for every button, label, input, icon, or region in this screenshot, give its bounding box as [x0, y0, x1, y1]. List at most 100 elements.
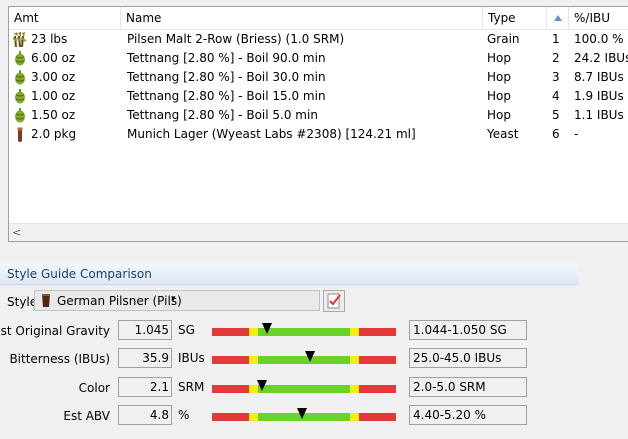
row-name: Tettnang [2.80 %] - Boil 30.0 min	[127, 70, 326, 84]
horizontal-scrollbar[interactable]: <	[9, 223, 628, 241]
style-row-value: 35.9	[118, 348, 172, 368]
meter-green	[258, 356, 350, 364]
sort-ascending-icon	[554, 15, 562, 21]
meter-high-yellow	[350, 356, 359, 364]
style-dropdown-value: German Pilsner (Pils)	[57, 294, 182, 308]
row-ibu: 100.0 %	[574, 32, 624, 46]
meter-high-red	[359, 356, 396, 364]
style-row-unit: IBUs	[178, 351, 205, 365]
row-index: 1	[552, 32, 560, 46]
range-meter	[212, 323, 396, 336]
row-ibu: 24.2 IBUs	[574, 51, 628, 65]
row-type: Hop	[487, 108, 511, 122]
column-header-ibu-label: %/IBU	[574, 11, 610, 25]
style-label: Style	[7, 295, 38, 309]
row-index: 5	[552, 108, 560, 122]
row-name: Munich Lager (Wyeast Labs #2308) [124.21…	[127, 127, 416, 141]
scroll-left-arrow[interactable]: <	[12, 224, 21, 241]
row-type: Yeast	[487, 127, 519, 141]
grid-header: Amt Name Type %/IBU	[9, 7, 628, 30]
row-type: Hop	[487, 70, 511, 84]
meter-low-yellow	[249, 413, 258, 421]
row-type: Grain	[487, 32, 520, 46]
row-name: Pilsen Malt 2-Row (Briess) (1.0 SRM)	[127, 32, 345, 46]
row-name: Tettnang [2.80 %] - Boil 90.0 min	[127, 51, 326, 65]
meter-low-red	[212, 385, 249, 393]
table-row[interactable]: 2.0 pkg Munich Lager (Wyeast Labs #2308) …	[9, 125, 628, 144]
column-header-amt[interactable]: Amt	[9, 7, 121, 29]
range-meter	[212, 351, 396, 364]
meter-high-yellow	[350, 413, 359, 421]
hop-icon	[13, 51, 27, 66]
chevron-down-icon: ▾	[171, 294, 176, 304]
meter-high-red	[359, 413, 396, 421]
grain-icon	[12, 32, 27, 48]
hop-icon	[13, 89, 27, 104]
style-row-label: Bitterness (IBUs)	[9, 352, 110, 366]
row-index: 2	[552, 51, 560, 65]
meter-green	[258, 385, 350, 393]
column-header-type-label: Type	[488, 11, 516, 25]
row-type: Hop	[487, 51, 511, 65]
row-name: Tettnang [2.80 %] - Boil 15.0 min	[127, 89, 326, 103]
meter-low-red	[212, 328, 249, 336]
row-amount: 1.50 oz	[31, 108, 76, 122]
checklist-icon	[327, 293, 341, 309]
style-guide-header: Style Guide Comparison	[0, 263, 578, 285]
style-row-unit: %	[178, 408, 190, 422]
style-row-unit: SRM	[178, 380, 205, 394]
column-header-amt-label: Amt	[14, 11, 39, 25]
row-ibu: 8.7 IBUs	[574, 70, 624, 84]
column-header-name[interactable]: Name	[121, 7, 483, 29]
meter-high-yellow	[350, 385, 359, 393]
style-row-value: 4.8	[118, 405, 172, 425]
meter-low-yellow	[249, 356, 258, 364]
beer-glass-icon	[42, 294, 50, 307]
style-comparison-row: Est Original Gravity 1.045 SG 1.044-1.050 S…	[0, 320, 628, 344]
edit-style-button[interactable]	[323, 290, 345, 312]
column-header-ibu[interactable]: %/IBU	[569, 7, 628, 29]
meter-low-yellow	[249, 385, 258, 393]
hop-icon	[13, 108, 27, 123]
style-row-label: Color	[78, 381, 110, 395]
table-row[interactable]: 1.00 oz Tettnang [2.80 %] - Boil 15.0 min…	[9, 87, 628, 106]
row-ibu: 1.9 IBUs	[574, 89, 624, 103]
row-name: Tettnang [2.80 %] - Boil 5.0 min	[127, 108, 318, 122]
range-meter	[212, 380, 396, 393]
style-dropdown[interactable]: German Pilsner (Pils) ▾	[34, 290, 320, 311]
row-amount: 2.0 pkg	[31, 127, 77, 141]
column-header-index[interactable]	[547, 7, 569, 29]
yeast-icon	[13, 127, 27, 142]
style-row-range: 2.0-5.0 SRM	[409, 377, 527, 397]
ingredients-grid[interactable]: Amt Name Type %/IBU 23 lbs Pilsen Malt 2-…	[8, 6, 628, 242]
row-index: 4	[552, 89, 560, 103]
style-row-range: 1.044-1.050 SG	[409, 320, 527, 340]
row-amount: 3.00 oz	[31, 70, 76, 84]
column-header-type[interactable]: Type	[483, 7, 547, 29]
table-row[interactable]: 23 lbs Pilsen Malt 2-Row (Briess) (1.0 SR…	[9, 30, 628, 49]
style-comparison-row: Bitterness (IBUs) 35.9 IBUs 25.0-45.0 IBUs	[0, 348, 628, 372]
row-amount: 6.00 oz	[31, 51, 76, 65]
column-header-name-label: Name	[126, 11, 162, 25]
meter-high-red	[359, 328, 396, 336]
row-amount: 23 lbs	[31, 32, 68, 46]
style-row-label: Est Original Gravity	[0, 324, 110, 338]
row-index: 6	[552, 127, 560, 141]
ingredient-rows: 23 lbs Pilsen Malt 2-Row (Briess) (1.0 SR…	[9, 30, 628, 144]
hop-icon	[13, 70, 27, 85]
table-row[interactable]: 1.50 oz Tettnang [2.80 %] - Boil 5.0 min H…	[9, 106, 628, 125]
row-ibu: 1.1 IBUs	[574, 108, 624, 122]
style-row-range: 4.40-5.20 %	[409, 405, 527, 425]
style-row-label: Est ABV	[63, 409, 110, 423]
meter-high-yellow	[350, 328, 359, 336]
table-row[interactable]: 6.00 oz Tettnang [2.80 %] - Boil 90.0 min…	[9, 49, 628, 68]
style-row-unit: SG	[178, 323, 195, 337]
style-row-value: 1.045	[118, 320, 172, 340]
meter-low-yellow	[249, 328, 258, 336]
meter-high-red	[359, 385, 396, 393]
style-comparison-row: Color 2.1 SRM 2.0-5.0 SRM	[0, 377, 628, 401]
table-row[interactable]: 3.00 oz Tettnang [2.80 %] - Boil 30.0 min…	[9, 68, 628, 87]
row-amount: 1.00 oz	[31, 89, 76, 103]
style-comparison-row: Est ABV 4.8% 4.40-5.20 %	[0, 405, 628, 429]
row-ibu: -	[574, 127, 579, 141]
